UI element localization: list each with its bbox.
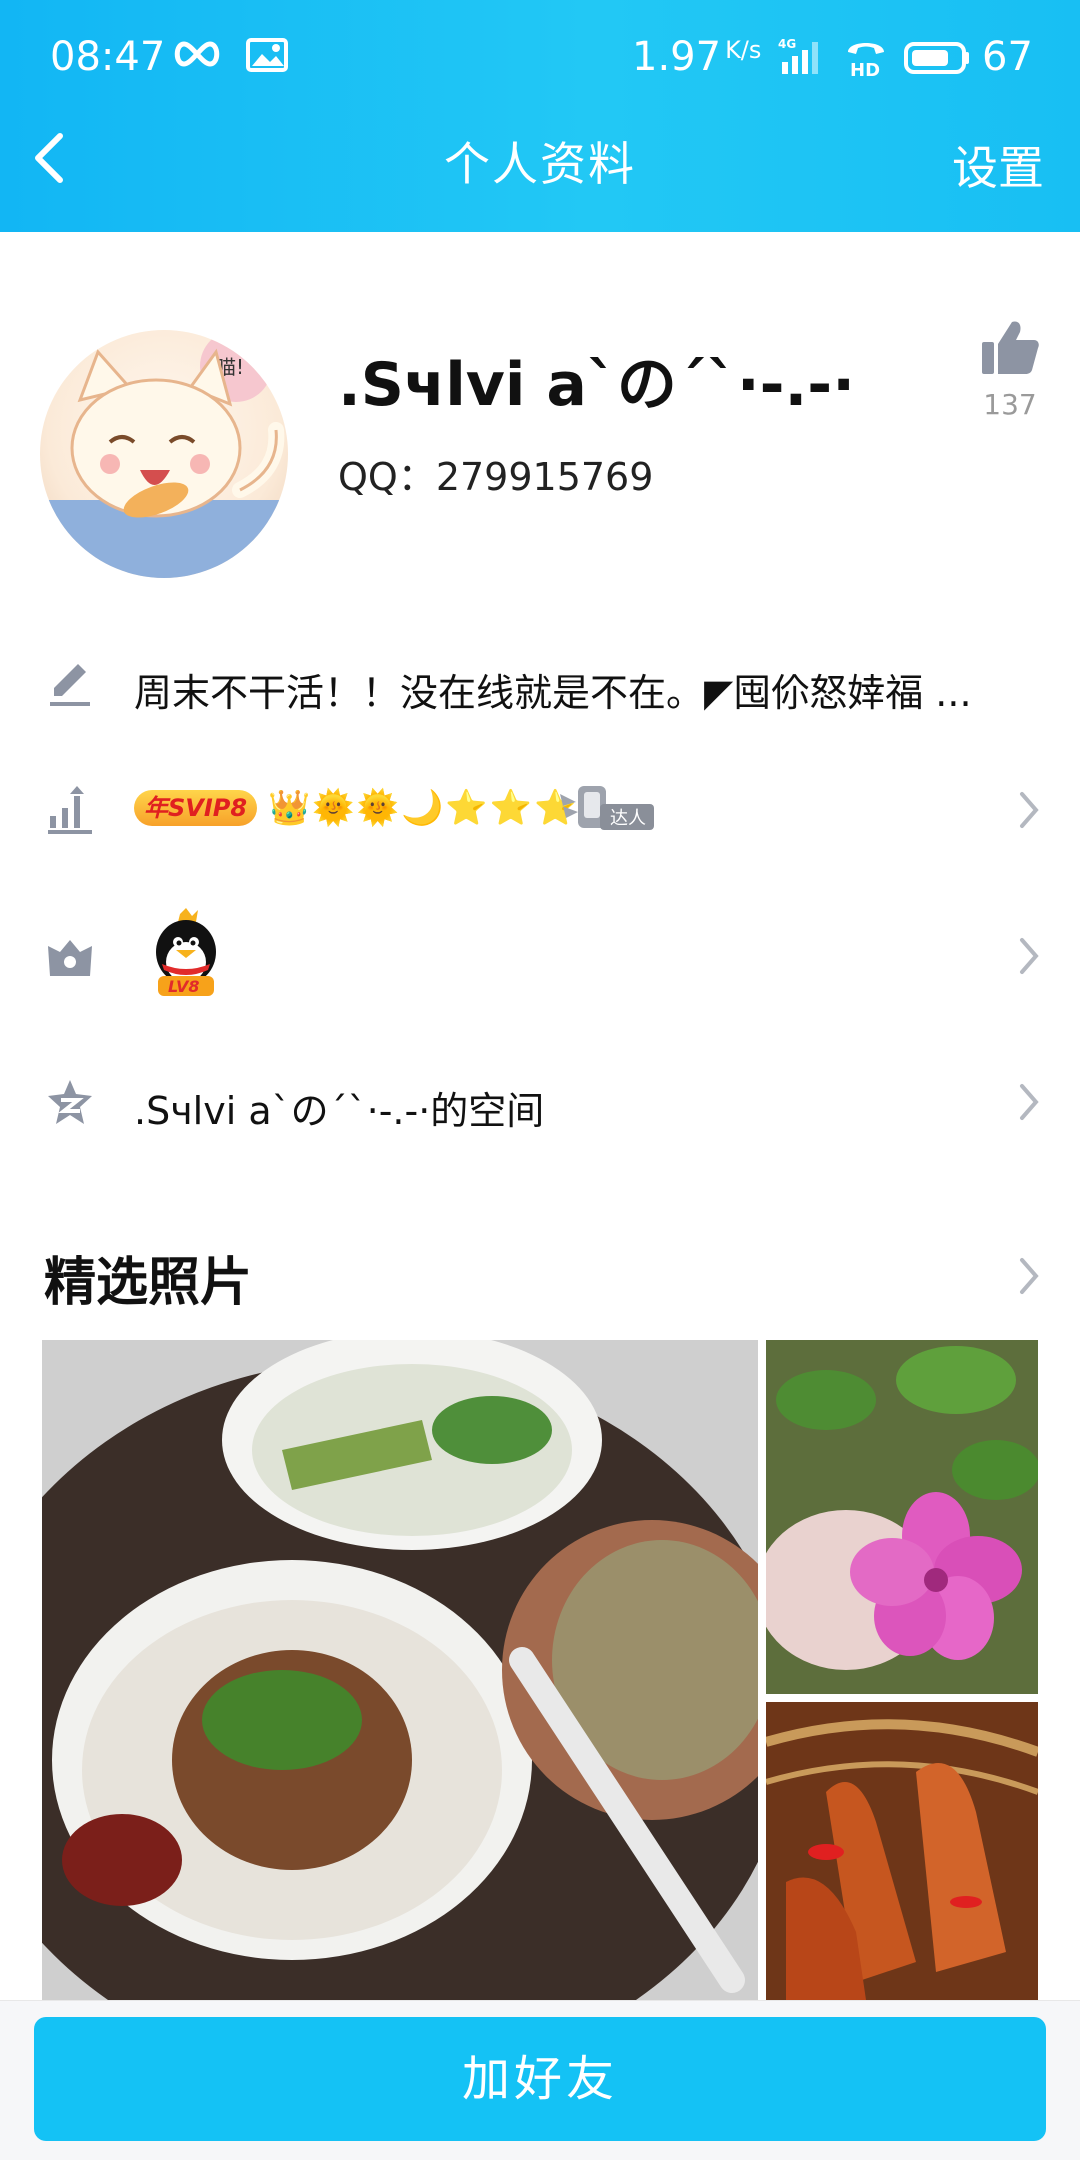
settings-button[interactable]: 设置	[952, 132, 1044, 198]
edit-pen-icon	[50, 664, 90, 706]
qq-level-icons: 👑 🌞 🌞 🌙 ⭐ ⭐ ⭐	[268, 786, 576, 830]
daren-badge-icon: 达人	[560, 786, 654, 830]
add-friend-button[interactable]: 加好友	[34, 2017, 1046, 2141]
signature-text: 周末不干活！！没在线就是不在。◤囤伱怒婞福 ...	[134, 671, 972, 715]
network-speed: 1.97 K/s	[632, 34, 762, 80]
bottom-bar: 加好友	[0, 2000, 1080, 2160]
qzone-label: .Sчlvi a`の´`·-.-·的空间	[134, 1089, 545, 1133]
star-icon: ⭐	[445, 788, 488, 828]
chevron-right-icon[interactable]	[1014, 1080, 1044, 1124]
like-count: 137	[983, 388, 1037, 421]
crown-icon: 👑	[268, 788, 311, 828]
qq-penguin-icon: LV8	[156, 908, 216, 996]
hd-call-icon: HD	[848, 43, 884, 78]
photo-chicken-feet[interactable]	[766, 1702, 1038, 2000]
status-time: 08:47	[50, 34, 166, 80]
battery-icon	[904, 42, 969, 74]
chevron-right-icon[interactable]	[1014, 934, 1044, 978]
svg-text:达人: 达人	[610, 808, 646, 829]
battery-level: 67	[982, 34, 1033, 80]
signal-icon: 4G	[778, 37, 818, 74]
infinity-icon	[174, 41, 220, 67]
featured-photos-title: 精选照片	[44, 1253, 253, 1313]
status-bar: 08:47 1.97 K/s 4G HD 67	[0, 0, 1080, 112]
qzone-row[interactable]: .Sчlvi a`の´`·-.-·的空间	[0, 1046, 1080, 1156]
page-title: 个人资料	[444, 137, 636, 191]
chevron-right-icon[interactable]	[1014, 1254, 1044, 1298]
crown-outline-icon	[48, 940, 92, 976]
svg-text:LV8: LV8	[168, 977, 200, 996]
star-icon: ⭐	[489, 788, 533, 828]
cat-avatar-illustration: 喵!	[40, 330, 288, 578]
qq-number: QQ：279915769	[338, 455, 654, 499]
sun-icon: 🌞	[312, 788, 355, 828]
photo-food[interactable]	[42, 1340, 758, 2000]
svg-text:4G: 4G	[778, 37, 796, 51]
chevron-right-icon[interactable]	[1014, 788, 1044, 832]
moon-icon: 🌙	[401, 788, 444, 828]
svip-badge: 年SVIP8	[134, 790, 258, 826]
rank-chart-icon	[48, 786, 92, 834]
qzone-star-icon	[48, 1080, 92, 1124]
sun-icon: 🌞	[356, 788, 400, 828]
flower-photo-illustration	[766, 1340, 1038, 1694]
header: 08:47 1.97 K/s 4G HD 67 个人资料 设置	[0, 0, 1080, 232]
image-icon	[246, 38, 288, 72]
thumbs-up-icon[interactable]	[980, 318, 1040, 378]
food-photo-illustration	[42, 1340, 758, 2000]
photo-flower[interactable]	[766, 1340, 1038, 1694]
avatar[interactable]: 喵!	[40, 330, 288, 578]
signature-row[interactable]: 周末不干活！！没在线就是不在。◤囤伱怒婞福 ...	[0, 630, 1080, 740]
svg-text:HD: HD	[850, 60, 880, 78]
chicken-feet-photo-illustration	[766, 1702, 1038, 2000]
profile-name: .Sчlvi a`の´`·-.-·	[338, 350, 856, 420]
